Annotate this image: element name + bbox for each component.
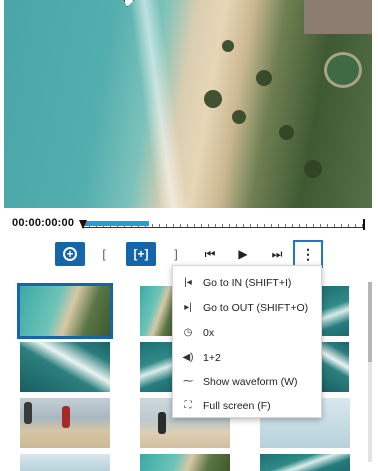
- menu-item-go-to-out[interactable]: ▸| Go to OUT (SHIFT+O): [173, 295, 323, 320]
- video-frame-palm: [304, 160, 322, 178]
- clip-thumbnail[interactable]: [140, 454, 230, 471]
- mark-out-button[interactable]: ]: [170, 242, 182, 266]
- waveform-icon: ⁓: [183, 376, 193, 387]
- plus-circle-icon: +: [63, 247, 77, 261]
- menu-item-audio-channels[interactable]: ◀) 1+2: [173, 345, 323, 370]
- clip-list-scrollbar[interactable]: [368, 282, 372, 462]
- clip-thumbnail[interactable]: [260, 454, 350, 471]
- thumbnail-figure: [62, 406, 70, 428]
- video-frame-roof: [304, 0, 372, 34]
- timeline-scrubber[interactable]: [79, 218, 365, 230]
- more-options-button[interactable]: ⋮: [293, 240, 323, 268]
- clip-thumbnail[interactable]: [20, 342, 110, 392]
- play-icon[interactable]: ▶: [231, 242, 255, 266]
- menu-item-label: 0x: [203, 326, 215, 339]
- video-frame-wave: [126, 0, 192, 208]
- skip-back-icon[interactable]: ⏮: [198, 242, 222, 266]
- scrollbar-thumb[interactable]: [368, 282, 372, 362]
- clip-thumbnail[interactable]: [140, 342, 176, 392]
- menu-item-label: Go to IN (SHIFT+I): [203, 276, 292, 289]
- clip-thumbnail[interactable]: [322, 342, 349, 392]
- video-frame-palm: [232, 110, 246, 124]
- clip-thumbnail[interactable]: [17, 283, 113, 339]
- video-frame-palm: [279, 125, 294, 140]
- go-to-in-icon: |◂: [184, 277, 192, 288]
- fullscreen-icon: ⛶: [184, 400, 192, 411]
- menu-item-show-waveform[interactable]: ⁓ Show waveform (W): [173, 369, 323, 394]
- add-range-button[interactable]: [+]: [126, 242, 156, 266]
- video-frame-pool: [324, 52, 362, 88]
- go-to-out-icon: ▸|: [184, 302, 192, 313]
- timecode-display: 00:00:00:00: [12, 217, 75, 229]
- video-frame-palm: [204, 90, 222, 108]
- menu-item-speed[interactable]: ◷ 0x: [173, 320, 323, 345]
- video-frame-palm: [256, 70, 272, 86]
- skip-forward-icon[interactable]: ⏭: [266, 242, 288, 266]
- timeline-progress: [84, 221, 150, 226]
- clip-thumbnail[interactable]: [140, 286, 176, 336]
- menu-item-full-screen[interactable]: ⛶ Full screen (F): [173, 393, 323, 418]
- clip-thumbnail[interactable]: [20, 398, 110, 448]
- timeline-baseline: [82, 227, 365, 228]
- menu-item-label: 1+2: [203, 351, 221, 364]
- clip-thumbnail[interactable]: [20, 454, 110, 471]
- video-frame-palm: [222, 40, 234, 52]
- thumbnail-figure: [158, 412, 166, 434]
- thumbnail-figure: [24, 402, 32, 424]
- video-preview[interactable]: [4, 0, 372, 208]
- video-editor-panel: 00:00:00:00 + [ [+] ] ⏮ ▶ ⏭ ⋮ |◂ Go to I…: [0, 0, 378, 471]
- menu-item-label: Show waveform (W): [203, 375, 298, 388]
- menu-item-label: Full screen (F): [203, 399, 271, 412]
- speed-icon: ◷: [183, 327, 193, 338]
- mark-in-button[interactable]: [: [98, 242, 110, 266]
- clip-thumbnail[interactable]: [322, 286, 349, 336]
- more-options-menu: |◂ Go to IN (SHIFT+I) ▸| Go to OUT (SHIF…: [172, 265, 322, 418]
- add-clip-button[interactable]: +: [55, 242, 85, 266]
- menu-item-label: Go to OUT (SHIFT+O): [203, 301, 309, 314]
- timeline-end-marker: [363, 219, 365, 230]
- menu-item-go-to-in[interactable]: |◂ Go to IN (SHIFT+I): [173, 270, 323, 295]
- volume-icon: ◀): [182, 352, 194, 363]
